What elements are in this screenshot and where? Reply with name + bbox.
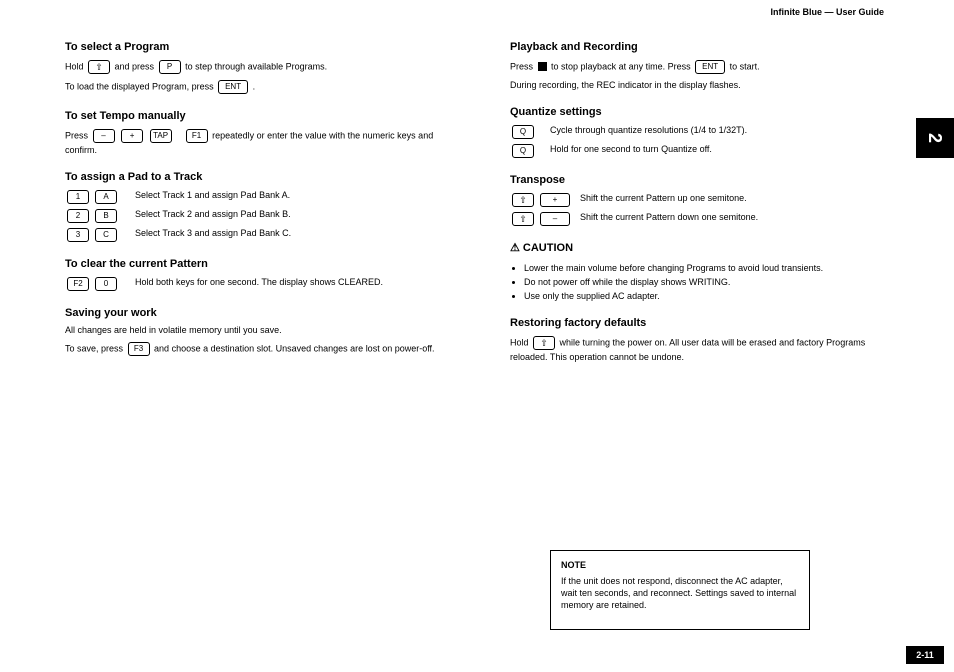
shortcut-row: – Shift the current Pattern down one sem… — [510, 211, 890, 227]
key-minus: – — [540, 212, 570, 226]
section-title: Restoring factory defaults — [510, 316, 890, 331]
key: F2 — [67, 277, 89, 291]
paragraph: During recording, the REC indicator in t… — [510, 79, 890, 91]
section-title: Playback and Recording — [510, 40, 890, 55]
header-rule — [65, 20, 889, 21]
running-header: Infinite Blue — User Guide — [770, 6, 884, 18]
paragraph: Hold and press P to step through availab… — [65, 59, 445, 75]
key: 0 — [95, 277, 117, 291]
key: A — [95, 190, 117, 204]
shortcut-desc: Shift the current Pattern down one semit… — [580, 211, 890, 223]
paragraph: Hold while turning the power on. All use… — [510, 335, 890, 363]
list-item: Use only the supplied AC adapter. — [524, 290, 890, 302]
shortcut-row: 3 C Select Track 3 and assign Pad Bank C… — [65, 227, 445, 243]
key-plus: + — [121, 129, 143, 143]
shortcut-row: + Shift the current Pattern up one semit… — [510, 192, 890, 208]
shortcut-row: F2 0 Hold both keys for one second. The … — [65, 276, 445, 292]
section-title: Transpose — [510, 173, 890, 188]
key-ent: ENT — [218, 80, 248, 94]
key-minus: – — [93, 129, 115, 143]
shortcut-row: 1 A Select Track 1 and assign Pad Bank A… — [65, 189, 445, 205]
paragraph: Press – + TAP F1 repeatedly or enter the… — [65, 128, 445, 156]
key-f1: F1 — [186, 129, 208, 143]
key: 2 — [67, 209, 89, 223]
section-caution: ⚠ CAUTION Lower the main volume before c… — [510, 241, 890, 302]
shortcut-desc: Shift the current Pattern up one semiton… — [580, 192, 890, 204]
key-plus: + — [540, 193, 570, 207]
warning-title: ⚠ CAUTION — [510, 241, 890, 256]
key-q: Q — [512, 144, 534, 158]
key: C — [95, 228, 117, 242]
list-item: Do not power off while the display shows… — [524, 276, 890, 288]
shortcut-row: Q Cycle through quantize resolutions (1/… — [510, 124, 890, 140]
key: 3 — [67, 228, 89, 242]
section-transpose: Transpose + Shift the current Pattern up… — [510, 173, 890, 227]
callout-body: If the unit does not respond, disconnect… — [561, 575, 799, 611]
callout-title: NOTE — [561, 559, 799, 571]
stop-icon — [538, 62, 547, 71]
section-tempo: To set Tempo manually Press – + TAP F1 r… — [65, 109, 445, 156]
key-p: P — [159, 60, 181, 74]
key-ent: ENT — [695, 60, 725, 74]
shift-key-icon — [512, 212, 534, 226]
section-clear-pattern: To clear the current Pattern F2 0 Hold b… — [65, 257, 445, 292]
warning-list: Lower the main volume before changing Pr… — [510, 262, 890, 302]
shift-key-icon — [512, 193, 534, 207]
section-assign-pad: To assign a Pad to a Track 1 A Select Tr… — [65, 170, 445, 243]
list-item: Lower the main volume before changing Pr… — [524, 262, 890, 274]
section-saving: Saving your work All changes are held in… — [65, 306, 445, 357]
paragraph: Press to stop playback at any time. Pres… — [510, 59, 890, 75]
key: B — [95, 209, 117, 223]
shift-key-icon — [88, 60, 110, 74]
shortcut-desc: Cycle through quantize resolutions (1/4 … — [550, 124, 890, 136]
shortcut-desc: Select Track 3 and assign Pad Bank C. — [135, 227, 445, 239]
section-title: To assign a Pad to a Track — [65, 170, 445, 185]
section-title: Quantize settings — [510, 105, 890, 120]
shortcut-desc: Hold both keys for one second. The displ… — [135, 276, 445, 288]
section-title: To set Tempo manually — [65, 109, 445, 124]
shortcut-desc: Select Track 2 and assign Pad Bank B. — [135, 208, 445, 220]
section-select-program: To select a Program Hold and press P to … — [65, 40, 445, 95]
shift-key-icon — [533, 336, 555, 350]
note-callout: NOTE If the unit does not respond, disco… — [550, 550, 810, 630]
section-quantize: Quantize settings Q Cycle through quanti… — [510, 105, 890, 159]
chapter-tab: 2 — [916, 118, 954, 158]
shortcut-row: 2 B Select Track 2 and assign Pad Bank B… — [65, 208, 445, 224]
section-title: To clear the current Pattern — [65, 257, 445, 272]
paragraph: To load the displayed Program, press ENT… — [65, 79, 445, 95]
section-title: Saving your work — [65, 306, 445, 321]
key-f3: F3 — [128, 342, 150, 356]
section-title: To select a Program — [65, 40, 445, 55]
right-column: Playback and Recording Press to stop pla… — [510, 40, 890, 377]
paragraph: To save, press F3 and choose a destinati… — [65, 341, 445, 357]
shortcut-row: Q Hold for one second to turn Quantize o… — [510, 143, 890, 159]
shortcut-desc: Hold for one second to turn Quantize off… — [550, 143, 890, 155]
shortcut-desc: Select Track 1 and assign Pad Bank A. — [135, 189, 445, 201]
paragraph: All changes are held in volatile memory … — [65, 324, 445, 336]
left-column: To select a Program Hold and press P to … — [65, 40, 445, 371]
key: 1 — [67, 190, 89, 204]
key-tap: TAP — [150, 129, 172, 143]
section-factory-reset: Restoring factory defaults Hold while tu… — [510, 316, 890, 363]
section-playback: Playback and Recording Press to stop pla… — [510, 40, 890, 91]
key-q: Q — [512, 125, 534, 139]
page-number: 2-11 — [906, 646, 944, 664]
